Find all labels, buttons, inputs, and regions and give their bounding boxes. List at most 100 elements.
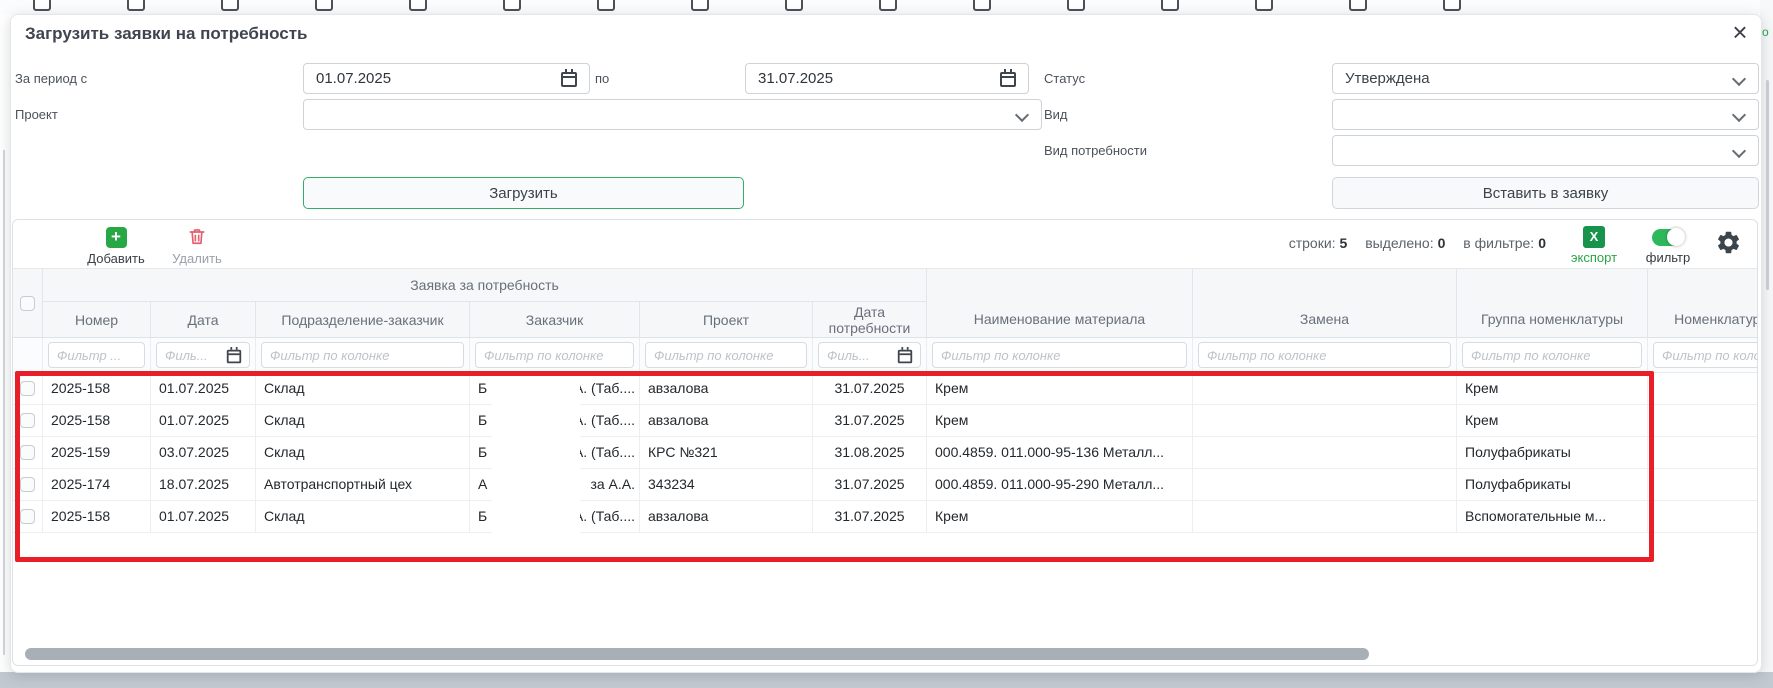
cell-project: авзалова [640, 373, 813, 404]
load-button[interactable]: Загрузить [303, 177, 744, 209]
cell-nomenclature_group: Вспомогательные м... [1457, 501, 1648, 532]
select-all-checkbox[interactable] [20, 296, 35, 311]
project-select[interactable] [303, 99, 1042, 130]
cell-replacement [1193, 437, 1457, 468]
add-button[interactable]: + Добавить [76, 227, 156, 266]
cell-number: 2025-158 [43, 501, 151, 532]
close-icon[interactable]: × [1725, 17, 1755, 47]
filter-input-project[interactable] [645, 342, 807, 368]
cell-date: 18.07.2025 [151, 469, 256, 500]
project-label: Проект [15, 99, 58, 130]
filter-checkbox-spacer [13, 338, 43, 372]
toggle-knob [1667, 228, 1685, 246]
gear-icon[interactable] [1715, 229, 1742, 256]
export-button[interactable]: X экспорт [1566, 226, 1622, 265]
cell-date: 03.07.2025 [151, 437, 256, 468]
filter-cell-department [256, 338, 470, 372]
selected-count-value: 0 [1438, 235, 1446, 251]
cell-material: 000.4859. 011.000-95-136 Металл... [927, 437, 1193, 468]
cell-manual_nomenclature [1648, 501, 1758, 532]
period-to-input[interactable] [746, 64, 1028, 93]
row-checkbox[interactable] [20, 445, 35, 460]
background-icon [503, 0, 521, 11]
period-from-field[interactable] [303, 63, 590, 94]
add-button-label: Добавить [76, 251, 156, 266]
status-value: Утверждена [1333, 64, 1758, 93]
cell-manual_nomenclature [1648, 437, 1758, 468]
filter-input-replacement[interactable] [1198, 342, 1451, 368]
row-checkbox-cell [13, 373, 43, 404]
horizontal-scrollbar-thumb[interactable] [25, 648, 1369, 660]
requests-grid-panel: + Добавить Удалить строки:5 выделено:0 в… [12, 219, 1758, 666]
filter-toggle[interactable]: фильтр [1636, 226, 1700, 265]
cell-replacement [1193, 501, 1457, 532]
period-from-input[interactable] [304, 64, 589, 93]
toggle-on-icon[interactable] [1652, 229, 1684, 246]
column-header-number[interactable]: Номер [43, 302, 151, 338]
background-icon [33, 0, 51, 11]
calendar-icon[interactable] [1000, 72, 1016, 87]
background-icon [1161, 0, 1179, 11]
customer-right-fragment: А. (Таб.... [574, 501, 635, 532]
row-checkbox-cell [13, 405, 43, 436]
filter-input-nomenclature_group[interactable] [1462, 342, 1642, 368]
background-panel-edge [3, 150, 5, 655]
row-checkbox[interactable] [20, 477, 35, 492]
cell-need_date: 31.07.2025 [813, 469, 927, 500]
insert-into-request-button[interactable]: Вставить в заявку [1332, 177, 1759, 209]
background-icon [785, 0, 803, 11]
background-icon [973, 0, 991, 11]
filter-input-customer[interactable] [475, 342, 634, 368]
trash-icon [187, 226, 207, 248]
status-select[interactable]: Утверждена [1332, 63, 1759, 94]
filter-input-manual_nomenclature[interactable] [1653, 342, 1758, 368]
cell-material: Крем [927, 405, 1193, 436]
column-header-material[interactable]: Наименование материала [927, 269, 1193, 338]
delete-button[interactable]: Удалить [157, 226, 237, 266]
table-row[interactable]: 2025-15801.07.2025СкладБА. (Таб....авзал… [13, 501, 1758, 533]
cell-material: 000.4859. 011.000-95-290 Металл... [927, 469, 1193, 500]
background-icon [221, 0, 239, 11]
filter-input-number[interactable] [48, 342, 145, 368]
column-header-customer[interactable]: Заказчик [470, 302, 640, 338]
period-to-field[interactable] [745, 63, 1029, 94]
row-checkbox[interactable] [20, 509, 35, 524]
rows-count-label: строки: [1289, 235, 1336, 251]
need-kind-select[interactable] [1332, 135, 1759, 166]
filter-cell-nomenclature_group [1457, 338, 1648, 372]
cell-project: авзалова [640, 405, 813, 436]
cell-manual_nomenclature [1648, 373, 1758, 404]
table-row[interactable]: 2025-15801.07.2025СкладБА. (Таб....авзал… [13, 373, 1758, 405]
column-header-need_date[interactable]: Дата потребности [813, 302, 927, 338]
calendar-icon[interactable] [561, 72, 577, 87]
row-checkbox[interactable] [20, 413, 35, 428]
calendar-icon[interactable] [227, 350, 241, 364]
column-header-project[interactable]: Проект [640, 302, 813, 338]
column-header-department[interactable]: Подразделение-заказчик [256, 302, 470, 338]
customer-left-fragment: Б [478, 437, 487, 468]
background-toolbar-strip [0, 0, 1773, 14]
plus-icon: + [106, 227, 127, 248]
column-header-date[interactable]: Дата [151, 302, 256, 338]
table-row[interactable]: 2025-15903.07.2025СкладБА. (Таб....КРС №… [13, 437, 1758, 469]
background-icon [315, 0, 333, 11]
column-header-nomenclature_group[interactable]: Группа номенклатуры [1457, 269, 1648, 338]
cell-number: 2025-158 [43, 405, 151, 436]
table-row[interactable]: 2025-15801.07.2025СкладБА. (Таб....авзал… [13, 405, 1758, 437]
cell-replacement [1193, 405, 1457, 436]
filter-input-department[interactable] [261, 342, 464, 368]
row-checkbox[interactable] [20, 381, 35, 396]
column-header-replacement[interactable]: Замена [1193, 269, 1457, 338]
kind-select[interactable] [1332, 99, 1759, 130]
cell-number: 2025-159 [43, 437, 151, 468]
filter-input-material[interactable] [932, 342, 1187, 368]
calendar-icon[interactable] [898, 350, 912, 364]
customer-right-fragment: А. (Таб.... [574, 373, 635, 404]
filter-cell-project [640, 338, 813, 372]
customer-right-fragment: А. (Таб.... [574, 405, 635, 436]
background-icon [1349, 0, 1367, 11]
cell-number: 2025-158 [43, 373, 151, 404]
table-row[interactable]: 2025-17418.07.2025Автотранспортный цехАз… [13, 469, 1758, 501]
column-header-manual_nomenclature[interactable]: Номенклатура (ручной ввод) [1648, 269, 1758, 338]
filter-cell-number [43, 338, 151, 372]
